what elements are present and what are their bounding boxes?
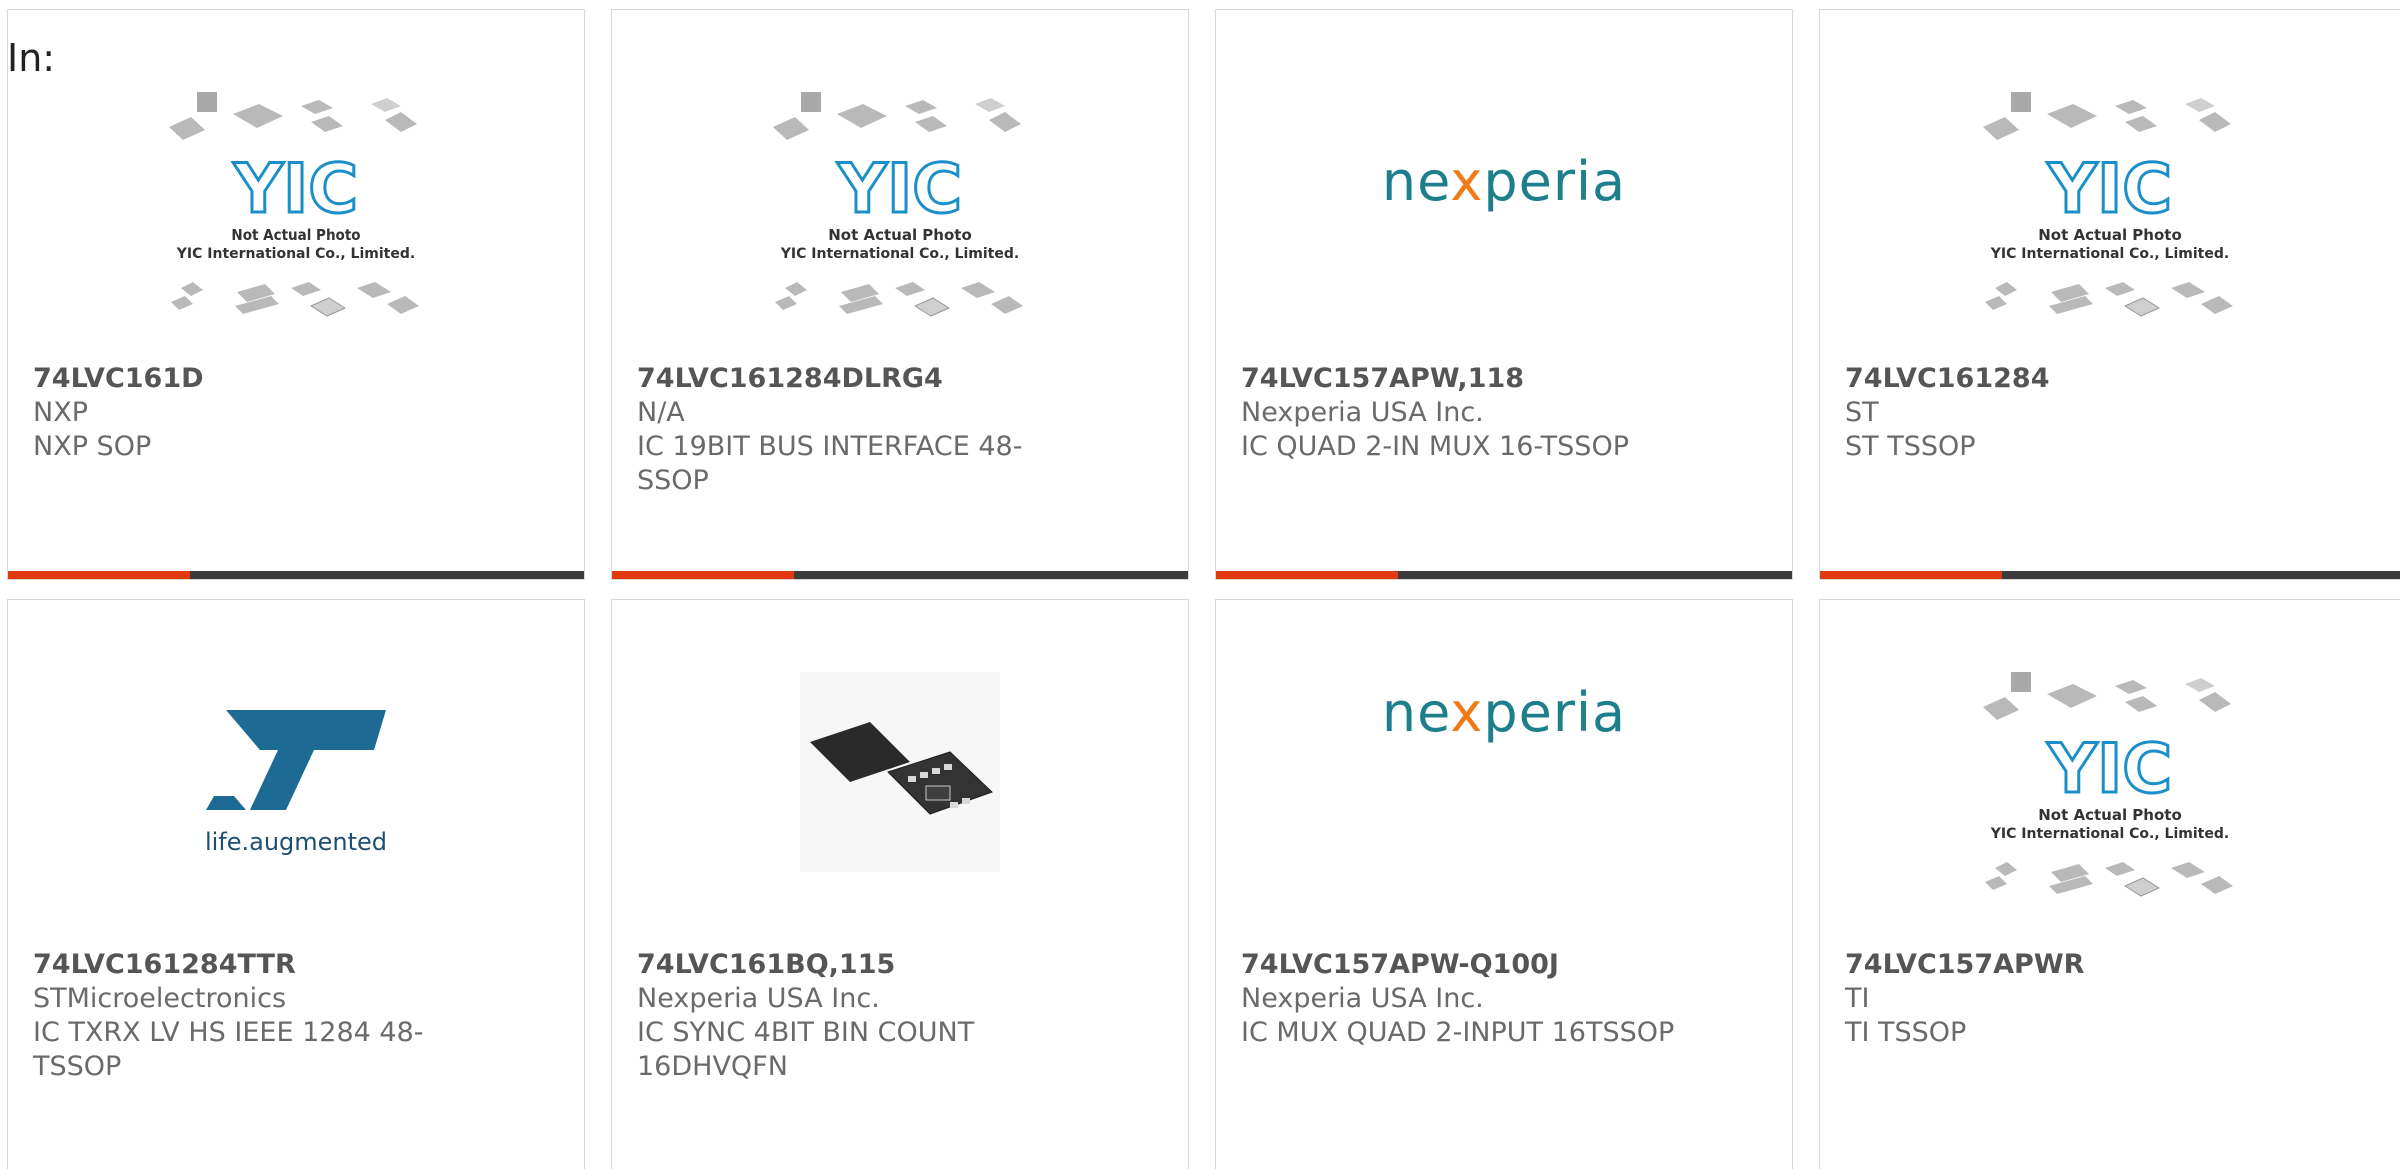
placeholder-logo: YIC <box>2047 730 2172 809</box>
description: IC 19BIT BUS INTERFACE 48-SSOP <box>637 431 1023 496</box>
product-card[interactable]: nexperia 74LVC157APW-Q100J Nexperia USA … <box>1215 599 1793 1169</box>
description: IC MUX QUAD 2-INPUT 16TSSOP <box>1241 1017 1675 1048</box>
part-number[interactable]: 74LVC161D <box>33 362 559 396</box>
product-info: 74LVC157APWR TI TI TSSOP <box>1845 948 2375 1050</box>
product-info: 74LVC161284TTR STMicroelectronics IC TXR… <box>33 948 559 1084</box>
st-logo: life.augmented <box>205 710 387 856</box>
manufacturer: Nexperia USA Inc. <box>1241 397 1484 428</box>
product-card[interactable]: life.augmented 74LVC161284TTR STMicroele… <box>7 599 585 1169</box>
manufacturer: Nexperia USA Inc. <box>637 983 880 1014</box>
part-number[interactable]: 74LVC161284DLRG4 <box>637 362 1163 396</box>
card-bottom-bar <box>1216 571 1792 579</box>
part-number[interactable]: 74LVC157APW-Q100J <box>1241 948 1767 982</box>
description: TI TSSOP <box>1845 1017 1967 1048</box>
product-card[interactable]: YIC Not Actual Photo YIC International C… <box>1819 9 2400 580</box>
product-card[interactable]: YIC Not Actual Photo YIC International C… <box>7 9 585 580</box>
product-image[interactable]: YIC Not Actual Photo YIC International C… <box>1820 92 2400 352</box>
product-info: 74LVC157APW-Q100J Nexperia USA Inc. IC M… <box>1241 948 1767 1050</box>
manufacturer: N/A <box>637 397 685 428</box>
chip-photo <box>800 672 1000 872</box>
placeholder-line2: YIC International Co., Limited. <box>780 246 1019 262</box>
description: IC QUAD 2-IN MUX 16-TSSOP <box>1241 431 1629 462</box>
placeholder-image: YIC Not Actual Photo YIC International C… <box>1983 672 2233 897</box>
card-bar-accent <box>1216 571 1398 579</box>
product-image[interactable]: YIC Not Actual Photo YIC International C… <box>8 92 584 352</box>
product-image[interactable]: YIC Not Actual Photo YIC International C… <box>1820 672 2400 948</box>
description: IC SYNC 4BIT BIN COUNT 16DHVQFN <box>637 1017 975 1082</box>
product-info: 74LVC161BQ,115 Nexperia USA Inc. IC SYNC… <box>637 948 1163 1084</box>
product-grid: YIC Not Actual Photo YIC International C… <box>0 0 2400 1169</box>
product-image[interactable]: nexperia <box>1216 92 1792 352</box>
product-info: 74LVC161D NXP NXP SOP <box>33 362 559 464</box>
description: ST TSSOP <box>1845 431 1976 462</box>
placeholder-line1: Not Actual Photo <box>231 226 360 244</box>
part-number[interactable]: 74LVC157APW,118 <box>1241 362 1767 396</box>
placeholder-image: YIC Not Actual Photo YIC International C… <box>773 92 1023 317</box>
product-info: 74LVC161284 ST ST TSSOP <box>1845 362 2375 464</box>
card-bar-accent <box>1820 571 2002 579</box>
filter-in-label: In: <box>7 36 56 80</box>
manufacturer: TI <box>1845 983 1870 1014</box>
placeholder-line1: Not Actual Photo <box>2038 226 2182 244</box>
nexperia-logo: nexperia <box>1381 681 1627 744</box>
part-number[interactable]: 74LVC161BQ,115 <box>637 948 1163 982</box>
description: NXP SOP <box>33 431 152 462</box>
part-number[interactable]: 74LVC161284 <box>1845 362 2375 396</box>
product-image[interactable]: life.augmented <box>8 688 584 948</box>
manufacturer: Nexperia USA Inc. <box>1241 983 1484 1014</box>
placeholder-logo: YIC <box>233 150 358 229</box>
placeholder-line1: Not Actual Photo <box>2038 806 2182 824</box>
description: IC TXRX LV HS IEEE 1284 48-TSSOP <box>33 1017 424 1082</box>
card-bottom-bar <box>612 571 1188 579</box>
placeholder-line2: YIC International Co., Limited. <box>176 246 415 262</box>
card-bottom-bar <box>8 571 584 579</box>
placeholder-logo: YIC <box>837 150 962 229</box>
card-bar-accent <box>612 571 794 579</box>
manufacturer: ST <box>1845 397 1879 428</box>
product-card[interactable]: YIC Not Actual Photo YIC International C… <box>611 9 1189 580</box>
placeholder-line1: Not Actual Photo <box>828 226 972 244</box>
part-number[interactable]: 74LVC161284TTR <box>33 948 559 982</box>
manufacturer: STMicroelectronics <box>33 983 287 1014</box>
product-card[interactable]: 74LVC161BQ,115 Nexperia USA Inc. IC SYNC… <box>611 599 1189 1169</box>
manufacturer: NXP <box>33 397 88 428</box>
st-tagline: life.augmented <box>205 828 387 856</box>
product-image[interactable] <box>612 672 1188 948</box>
product-card[interactable]: nexperia 74LVC157APW,118 Nexperia USA In… <box>1215 9 1793 580</box>
product-image[interactable]: YIC Not Actual Photo YIC International C… <box>612 92 1188 352</box>
nexperia-logo: nexperia <box>1381 150 1627 213</box>
card-bar-accent <box>8 571 190 579</box>
product-info: 74LVC161284DLRG4 N/A IC 19BIT BUS INTERF… <box>637 362 1163 498</box>
placeholder-logo: YIC <box>2047 150 2172 229</box>
product-image[interactable]: nexperia <box>1216 681 1792 948</box>
placeholder-image: YIC Not Actual Photo YIC International C… <box>1983 92 2233 317</box>
part-number[interactable]: 74LVC157APWR <box>1845 948 2375 982</box>
product-card[interactable]: YIC Not Actual Photo YIC International C… <box>1819 599 2400 1169</box>
card-bottom-bar <box>1820 571 2400 579</box>
placeholder-line2: YIC International Co., Limited. <box>1990 826 2229 842</box>
product-info: 74LVC157APW,118 Nexperia USA Inc. IC QUA… <box>1241 362 1767 464</box>
placeholder-image: YIC Not Actual Photo YIC International C… <box>169 92 419 317</box>
placeholder-line2: YIC International Co., Limited. <box>1990 246 2229 262</box>
